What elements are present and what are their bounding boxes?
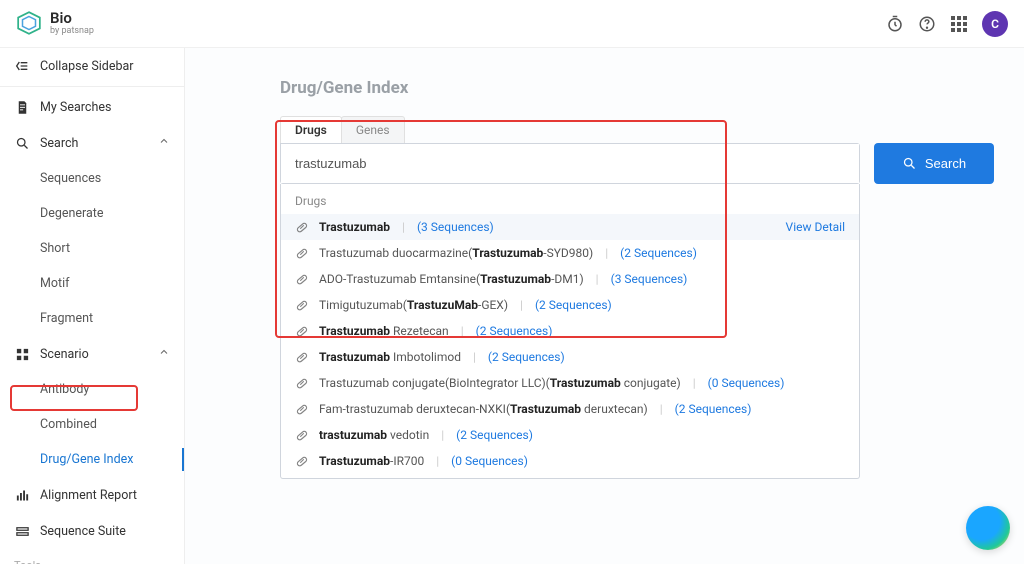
suggestion-row[interactable]: Trastuzumab Rezetecan|(2 Sequences)	[281, 318, 859, 344]
search-button-label: Search	[925, 156, 966, 171]
sidebar-item-degenerate[interactable]: Degenerate	[0, 196, 184, 231]
sidebar-label: Search	[40, 136, 78, 151]
brand[interactable]: Bio by patsnap	[16, 10, 94, 36]
pill-icon	[295, 428, 309, 442]
search-row: Search	[280, 143, 994, 184]
sidebar-item-drug-gene-index[interactable]: Drug/Gene Index	[0, 442, 184, 477]
collapse-label: Collapse Sidebar	[40, 59, 134, 74]
sequence-count: (3 Sequences)	[417, 220, 494, 234]
sidebar: Collapse Sidebar My Searches Search Sequ…	[0, 48, 185, 564]
sequence-count: (2 Sequences)	[456, 428, 533, 442]
pill-icon	[295, 246, 309, 260]
sidebar-item-sequence-suite[interactable]: Sequence Suite	[0, 513, 184, 549]
pill-icon	[295, 376, 309, 390]
sidebar-item-fragment[interactable]: Fragment	[0, 301, 184, 336]
collapse-icon	[14, 58, 30, 74]
pill-icon	[295, 324, 309, 338]
sequence-count: (2 Sequences)	[476, 324, 553, 338]
apps-icon[interactable]	[950, 15, 968, 33]
suggestion-row[interactable]: trastuzumab vedotin|(2 Sequences)	[281, 422, 859, 448]
suggestions-dropdown: Drugs Trastuzumab|(3 Sequences)View Deta…	[280, 184, 860, 479]
suggestion-row[interactable]: Trastuzumab|(3 Sequences)View Detail	[281, 214, 859, 240]
sidebar-label: Sequence Suite	[40, 524, 126, 539]
brand-name: Bio	[50, 10, 94, 27]
brand-logo-icon	[16, 10, 42, 36]
brand-text: Bio by patsnap	[50, 10, 94, 36]
suite-icon	[14, 523, 30, 539]
drug-name: Trastuzumab Imbotolimod	[319, 350, 461, 364]
document-icon	[14, 99, 30, 115]
sidebar-item-short[interactable]: Short	[0, 231, 184, 266]
main: Drug/Gene Index Drugs Genes Search Drugs…	[185, 48, 1024, 564]
sequence-count: (0 Sequences)	[708, 376, 785, 390]
sequence-count: (2 Sequences)	[488, 350, 565, 364]
suggestion-row[interactable]: Timigutuzumab(TrastuzuMab-GEX)|(2 Sequen…	[281, 292, 859, 318]
chat-fab[interactable]	[966, 506, 1010, 550]
sidebar-item-my-searches[interactable]: My Searches	[0, 89, 184, 125]
chevron-up-icon	[158, 135, 170, 151]
chart-icon	[14, 487, 30, 503]
suggestion-row[interactable]: ADO-Trastuzumab Emtansine(Trastuzumab-DM…	[281, 266, 859, 292]
suggestions-header: Drugs	[281, 184, 859, 214]
suggestion-row[interactable]: Trastuzumab duocarmazine(Trastuzumab-SYD…	[281, 240, 859, 266]
search-button[interactable]: Search	[874, 143, 994, 184]
sidebar-label: My Searches	[40, 100, 111, 115]
suggestion-row[interactable]: Trastuzumab-IR700|(0 Sequences)	[281, 448, 859, 474]
tabs: Drugs Genes	[280, 116, 994, 143]
pill-icon	[295, 298, 309, 312]
search-icon	[902, 156, 917, 171]
timer-icon[interactable]	[886, 15, 904, 33]
pill-icon	[295, 220, 309, 234]
sidebar-item-search[interactable]: Search	[0, 125, 184, 161]
drug-name: Fam-trastuzumab deruxtecan-NXKI(Trastuzu…	[319, 402, 648, 416]
drug-name: Trastuzumab	[319, 220, 390, 234]
sidebar-label: Scenario	[40, 347, 89, 362]
drug-name: ADO-Trastuzumab Emtansine(Trastuzumab-DM…	[319, 272, 584, 286]
drug-name: trastuzumab vedotin	[319, 428, 429, 442]
sequence-count: (3 Sequences)	[611, 272, 688, 286]
collapse-sidebar[interactable]: Collapse Sidebar	[0, 48, 184, 84]
brand-subtitle: by patsnap	[50, 27, 94, 37]
pill-icon	[295, 272, 309, 286]
search-icon	[14, 135, 30, 151]
drug-name: Trastuzumab Rezetecan	[319, 324, 449, 338]
search-input[interactable]	[281, 144, 859, 183]
divider	[0, 86, 184, 87]
suggestion-row[interactable]: Trastuzumab Imbotolimod|(2 Sequences)	[281, 344, 859, 370]
sequence-count: (2 Sequences)	[675, 402, 752, 416]
suggestion-row[interactable]: Trastuzumab conjugate(BioIntegrator LLC)…	[281, 370, 859, 396]
topbar-actions: C	[886, 11, 1008, 37]
tab-drugs[interactable]: Drugs	[280, 116, 342, 143]
sidebar-item-motif[interactable]: Motif	[0, 266, 184, 301]
drug-name: Trastuzumab-IR700	[319, 454, 424, 468]
sequence-count: (2 Sequences)	[620, 246, 697, 260]
sidebar-item-combined[interactable]: Combined	[0, 407, 184, 442]
help-icon[interactable]	[918, 15, 936, 33]
pill-icon	[295, 350, 309, 364]
avatar[interactable]: C	[982, 11, 1008, 37]
drug-name: Trastuzumab conjugate(BioIntegrator LLC)…	[319, 376, 681, 390]
pill-icon	[295, 454, 309, 468]
sidebar-item-scenario[interactable]: Scenario	[0, 336, 184, 372]
scenario-icon	[14, 346, 30, 362]
sequence-count: (2 Sequences)	[535, 298, 612, 312]
sidebar-item-antibody[interactable]: Antibody	[0, 372, 184, 407]
suggestion-row[interactable]: Fam-trastuzumab deruxtecan-NXKI(Trastuzu…	[281, 396, 859, 422]
sidebar-item-sequences[interactable]: Sequences	[0, 161, 184, 196]
view-detail-link[interactable]: View Detail	[786, 220, 845, 234]
sequence-count: (0 Sequences)	[451, 454, 528, 468]
drug-name: Trastuzumab duocarmazine(Trastuzumab-SYD…	[319, 246, 593, 260]
pill-icon	[295, 402, 309, 416]
search-box	[280, 143, 860, 184]
topbar: Bio by patsnap C	[0, 0, 1024, 48]
drug-name: Timigutuzumab(TrastuzuMab-GEX)	[319, 298, 508, 312]
chevron-up-icon	[158, 346, 170, 362]
sidebar-label: Alignment Report	[40, 488, 137, 503]
page-title: Drug/Gene Index	[280, 78, 994, 98]
sidebar-item-alignment-report[interactable]: Alignment Report	[0, 477, 184, 513]
tools-section-label: Tools	[0, 549, 184, 564]
tab-genes[interactable]: Genes	[341, 116, 405, 143]
